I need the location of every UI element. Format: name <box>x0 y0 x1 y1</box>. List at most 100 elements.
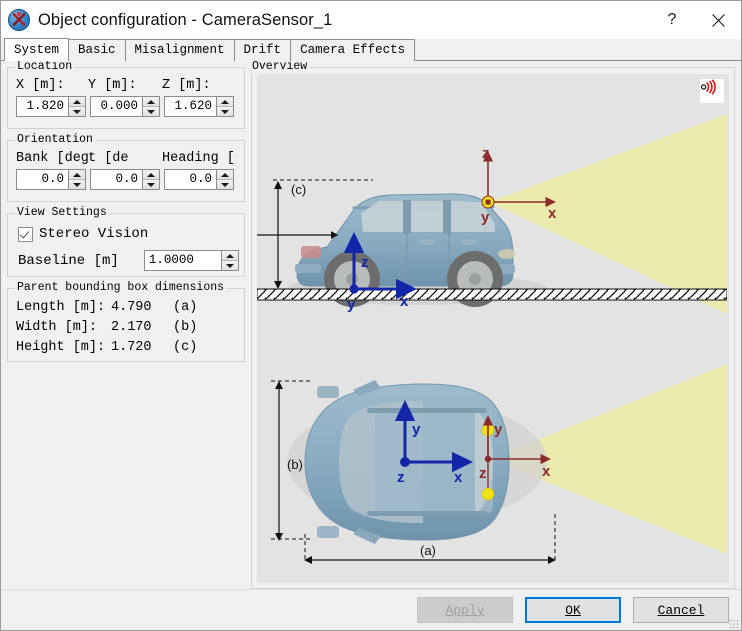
orientation-pitch-stepper[interactable]: 0.0 <box>90 169 160 190</box>
resize-grip[interactable] <box>729 619 739 629</box>
svg-text:y: y <box>412 421 421 438</box>
window-title: Object configuration - CameraSensor_1 <box>38 10 333 29</box>
tab-strip: System Basic Misalignment Drift Camera E… <box>1 38 741 61</box>
location-z-stepper[interactable]: 1.620 <box>164 96 234 117</box>
location-x-stepper[interactable]: 1.820 <box>16 96 86 117</box>
stereo-vision-checkbox[interactable] <box>18 226 33 242</box>
svg-text:z: z <box>361 254 369 271</box>
orientation-heading-value[interactable]: 0.0 <box>165 170 216 189</box>
svg-text:y: y <box>347 296 356 313</box>
svg-text:x: x <box>548 205 557 222</box>
svg-text:x: x <box>542 463 551 480</box>
spin-up-button[interactable] <box>69 97 85 107</box>
tab-camera-effects[interactable]: Camera Effects <box>290 39 416 61</box>
spin-up-button[interactable] <box>143 170 159 180</box>
cancel-button[interactable]: Cancel <box>633 597 729 623</box>
orientation-bank-spin-buttons[interactable] <box>68 170 85 189</box>
stereo-vision-label: Stereo Vision <box>39 226 149 242</box>
orientation-group: Orientation Bank [deg]: t [de Heading [d… <box>7 133 245 202</box>
orientation-pitch-label: t [de <box>88 151 129 166</box>
spin-up-button[interactable] <box>217 170 233 180</box>
side-view-height-tag: (c) <box>291 182 306 197</box>
orientation-legend: Orientation <box>15 133 96 147</box>
spin-down-button[interactable] <box>69 180 85 189</box>
caret-down-icon <box>221 182 229 187</box>
overview-column: Overview (c) z y x z y x y z x y z x (b)… <box>250 60 735 589</box>
caret-down-icon <box>221 109 229 114</box>
close-button[interactable] <box>695 1 741 39</box>
dialog-footer: Apply OK Cancel <box>1 589 741 630</box>
svg-text:z: z <box>479 465 487 482</box>
overview-viewport[interactable]: (c) z y x z y x y z x y z x (b) (a) <box>257 74 729 583</box>
baseline-spin-buttons[interactable] <box>220 251 238 270</box>
orientation-pitch-spin-buttons[interactable] <box>142 170 159 189</box>
orientation-heading-label: Heading [de <box>162 151 236 166</box>
caret-up-icon <box>147 99 155 104</box>
radar-wave-icon <box>700 79 716 95</box>
location-z-spin-buttons[interactable] <box>216 97 233 116</box>
location-y-label: Y [m]: <box>88 78 137 93</box>
location-x-label: X [m]: <box>16 78 65 93</box>
tab-content-system: Location X [m]: Y [m]: Z [m]: 1.820 0.00… <box>1 60 741 589</box>
location-fields: 1.820 0.000 1.620 <box>16 96 236 117</box>
title-bar: Object configuration - CameraSensor_1 ? <box>1 1 741 39</box>
bbox-height-tag: (c) <box>173 340 198 355</box>
spin-down-button[interactable] <box>217 180 233 189</box>
location-y-value[interactable]: 0.000 <box>91 97 142 116</box>
ok-button[interactable]: OK <box>525 597 621 623</box>
baseline-label: Baseline [m] <box>18 252 119 269</box>
spin-down-button[interactable] <box>143 180 159 189</box>
location-x-value[interactable]: 1.820 <box>17 97 68 116</box>
bbox-width-value: 2.170 <box>111 320 152 335</box>
caret-down-icon <box>73 109 81 114</box>
apply-label: Apply <box>445 602 485 618</box>
bbox-height-value: 1.720 <box>111 340 152 355</box>
caret-up-icon <box>73 99 81 104</box>
orientation-heading-stepper[interactable]: 0.0 <box>164 169 234 190</box>
baseline-value[interactable]: 1.0000 <box>145 251 221 270</box>
spin-up-button[interactable] <box>143 97 159 107</box>
spin-up-button[interactable] <box>217 97 233 107</box>
orientation-fields: 0.0 0.0 0.0 <box>16 169 236 190</box>
sensor-toggle-button[interactable] <box>700 79 724 103</box>
orientation-pitch-value[interactable]: 0.0 <box>91 170 142 189</box>
table-row: Length [m]: 4.790 (a) <box>16 298 236 318</box>
location-z-value[interactable]: 1.620 <box>165 97 216 116</box>
caret-up-icon <box>221 172 229 177</box>
spin-down-button[interactable] <box>69 107 85 116</box>
help-button[interactable]: ? <box>649 1 695 39</box>
caret-up-icon <box>147 172 155 177</box>
tab-basic[interactable]: Basic <box>68 39 126 61</box>
orientation-heading-spin-buttons[interactable] <box>216 170 233 189</box>
orientation-bank-stepper[interactable]: 0.0 <box>16 169 86 190</box>
spin-down-button[interactable] <box>143 107 159 116</box>
tab-misalignment[interactable]: Misalignment <box>124 39 235 61</box>
bbox-length-value: 4.790 <box>111 300 152 315</box>
location-legend: Location <box>15 60 76 74</box>
location-y-spin-buttons[interactable] <box>142 97 159 116</box>
view-settings-legend: View Settings <box>15 206 110 220</box>
spin-up-button[interactable] <box>69 170 85 180</box>
orientation-bank-value[interactable]: 0.0 <box>17 170 68 189</box>
top-view-width-tag: (b) <box>287 457 303 472</box>
svg-text:z: z <box>482 145 490 162</box>
baseline-stepper[interactable]: 1.0000 <box>143 250 239 271</box>
caret-up-icon <box>221 99 229 104</box>
tab-drift[interactable]: Drift <box>233 39 292 61</box>
stereo-vision-row[interactable]: Stereo Vision <box>18 226 236 242</box>
baseline-row: Baseline [m] 1.0000 <box>18 250 239 271</box>
spin-down-button[interactable] <box>221 261 238 270</box>
caret-down-icon <box>147 182 155 187</box>
caret-down-icon <box>147 109 155 114</box>
location-y-stepper[interactable]: 0.000 <box>90 96 160 117</box>
tab-system[interactable]: System <box>4 38 70 61</box>
apply-button[interactable]: Apply <box>417 597 513 623</box>
location-x-spin-buttons[interactable] <box>68 97 85 116</box>
caret-up-icon <box>225 253 234 258</box>
svg-text:y: y <box>494 421 503 438</box>
settings-column: Location X [m]: Y [m]: Z [m]: 1.820 0.00… <box>7 60 245 589</box>
orientation-bank-label: Bank [deg]: <box>16 151 88 166</box>
spin-down-button[interactable] <box>217 107 233 116</box>
spin-up-button[interactable] <box>221 251 238 261</box>
table-row: Width [m]: 2.170 (b) <box>16 318 236 338</box>
